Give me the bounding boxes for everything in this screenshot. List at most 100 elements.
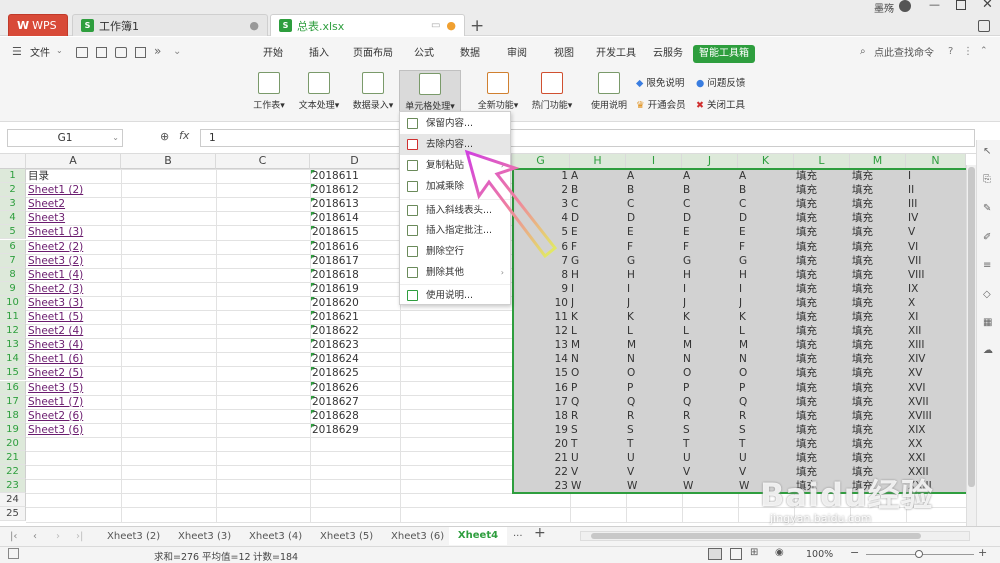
letter-cell[interactable]: R: [627, 409, 681, 423]
date-cell[interactable]: 2018620: [312, 296, 398, 310]
fill-cell[interactable]: 填充: [852, 352, 906, 366]
search-icon[interactable]: ⌕: [860, 46, 866, 57]
roman-cell[interactable]: V: [908, 225, 964, 239]
shape-icon[interactable]: ◇: [983, 289, 991, 300]
letter-cell[interactable]: I: [627, 282, 681, 296]
fill-cell[interactable]: 填充: [796, 169, 850, 183]
letter-cell[interactable]: T: [571, 437, 625, 451]
letter-cell[interactable]: W: [627, 479, 681, 493]
sheet-link[interactable]: Sheet3 (2): [28, 254, 120, 268]
roman-cell[interactable]: XI: [908, 310, 964, 324]
fill-cell[interactable]: 填充: [852, 225, 906, 239]
fill-cell[interactable]: 填充: [852, 197, 906, 211]
letter-cell[interactable]: I: [683, 282, 737, 296]
sheet-link[interactable]: Sheet3 (5): [28, 381, 120, 395]
letter-cell[interactable]: K: [739, 310, 793, 324]
fill-cell[interactable]: 填充: [852, 169, 906, 183]
roman-cell[interactable]: VIII: [908, 268, 964, 282]
letter-cell[interactable]: W: [683, 479, 737, 493]
fill-cell[interactable]: 填充: [796, 409, 850, 423]
scroll-thumb[interactable]: [968, 167, 975, 487]
letter-cell[interactable]: V: [571, 465, 625, 479]
letter-cell[interactable]: H: [571, 268, 625, 282]
feedback-link[interactable]: ● 问题反馈: [696, 75, 745, 89]
column-header-a[interactable]: A: [26, 154, 121, 169]
row-header[interactable]: 13: [0, 338, 26, 353]
folder-icon[interactable]: [76, 47, 88, 58]
new-tab-button[interactable]: +: [470, 16, 484, 36]
letter-cell[interactable]: P: [571, 381, 625, 395]
menu-view[interactable]: 视图: [552, 45, 576, 63]
close-icon[interactable]: ✕: [982, 0, 993, 12]
row-header[interactable]: 12: [0, 324, 26, 339]
letter-cell[interactable]: J: [683, 296, 737, 310]
number-cell[interactable]: 19: [514, 423, 568, 437]
roman-cell[interactable]: X: [908, 296, 964, 310]
letter-cell[interactable]: N: [571, 352, 625, 366]
letter-cell[interactable]: P: [739, 381, 793, 395]
date-cell[interactable]: 2018614: [312, 211, 398, 225]
pin-icon[interactable]: ⌄: [173, 46, 181, 57]
menu-insert[interactable]: 插入: [307, 45, 331, 63]
fill-cell[interactable]: 填充: [796, 437, 850, 451]
fill-cell[interactable]: 填充: [796, 381, 850, 395]
worksheet-button[interactable]: 工作表▾: [247, 70, 291, 116]
sheet-link[interactable]: Sheet1 (3): [28, 225, 120, 239]
letter-cell[interactable]: O: [683, 366, 737, 380]
roman-cell[interactable]: IX: [908, 282, 964, 296]
sheet-link[interactable]: Sheet2: [28, 197, 120, 211]
letter-cell[interactable]: J: [627, 296, 681, 310]
date-cell[interactable]: 2018628: [312, 409, 398, 423]
letter-cell[interactable]: C: [571, 197, 625, 211]
number-cell[interactable]: 15: [514, 366, 568, 380]
fill-cell[interactable]: 填充: [852, 310, 906, 324]
fill-cell[interactable]: 填充: [796, 211, 850, 225]
letter-cell[interactable]: V: [683, 465, 737, 479]
letter-cell[interactable]: H: [627, 268, 681, 282]
letter-cell[interactable]: B: [683, 183, 737, 197]
roman-cell[interactable]: XIV: [908, 352, 964, 366]
column-header-j[interactable]: J: [682, 154, 738, 169]
zoom-slider-thumb[interactable]: [915, 550, 923, 558]
sheet-link[interactable]: Sheet1 (6): [28, 352, 120, 366]
free-note-link[interactable]: ◆ 限免说明: [636, 75, 684, 89]
sheet-tab[interactable]: Xheet3 (4): [249, 529, 302, 544]
normal-view-icon[interactable]: [708, 548, 722, 560]
sheet-link[interactable]: Sheet2 (3): [28, 282, 120, 296]
fill-cell[interactable]: 填充: [796, 423, 850, 437]
letter-cell[interactable]: F: [683, 240, 737, 254]
pen-icon[interactable]: ✎: [983, 203, 991, 214]
row-header[interactable]: 5: [0, 225, 26, 240]
print-preview-icon[interactable]: [135, 47, 146, 58]
letter-cell[interactable]: N: [683, 352, 737, 366]
letter-cell[interactable]: P: [627, 381, 681, 395]
roman-cell[interactable]: XX: [908, 437, 964, 451]
column-header-h[interactable]: H: [570, 154, 626, 169]
roman-cell[interactable]: XXI: [908, 451, 964, 465]
letter-cell[interactable]: U: [683, 451, 737, 465]
letter-cell[interactable]: S: [627, 423, 681, 437]
hot-features-button[interactable]: 热门功能▾: [526, 70, 578, 116]
fill-cell[interactable]: 填充: [852, 254, 906, 268]
next-sheet-icon[interactable]: ›: [56, 529, 60, 544]
tab-wps[interactable]: W WPS: [8, 14, 68, 36]
letter-cell[interactable]: J: [571, 296, 625, 310]
date-cell[interactable]: 2018618: [312, 268, 398, 282]
letter-cell[interactable]: I: [571, 282, 625, 296]
row-header[interactable]: 2: [0, 183, 26, 198]
row-header[interactable]: 25: [0, 507, 26, 522]
roman-cell[interactable]: XVIII: [908, 409, 964, 423]
letter-cell[interactable]: F: [627, 240, 681, 254]
letter-cell[interactable]: O: [571, 366, 625, 380]
row-header[interactable]: 20: [0, 436, 26, 451]
copy-icon[interactable]: ⎘: [983, 174, 991, 185]
date-cell[interactable]: 2018611: [312, 169, 398, 183]
date-cell[interactable]: 2018621: [312, 310, 398, 324]
fill-cell[interactable]: 填充: [852, 296, 906, 310]
sheet-link[interactable]: Sheet3 (6): [28, 423, 120, 437]
date-cell[interactable]: 2018629: [312, 423, 398, 437]
minimize-icon[interactable]: —: [929, 0, 940, 11]
fill-cell[interactable]: 填充: [796, 268, 850, 282]
more-dots-icon[interactable]: ⋮: [963, 46, 973, 57]
fill-cell[interactable]: 填充: [852, 366, 906, 380]
